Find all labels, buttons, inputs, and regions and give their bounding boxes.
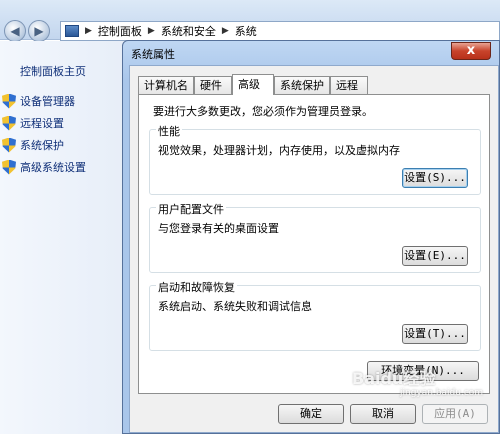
- sidebar-item-label: 设备管理器: [20, 95, 75, 108]
- startup-recovery-settings-button[interactable]: 设置(T)...: [402, 324, 468, 344]
- sidebar-item-label: 远程设置: [20, 117, 64, 130]
- user-profiles-desc: 与您登录有关的桌面设置: [158, 222, 279, 235]
- startup-recovery-group: 启动和故障恢复 系统启动、系统失败和调试信息 设置(T)...: [149, 279, 481, 351]
- forward-arrow-icon[interactable]: ▶: [28, 20, 50, 42]
- user-profiles-settings-button[interactable]: 设置(E)...: [402, 246, 468, 266]
- address-bar[interactable]: ▶ 控制面板 ▶ 系统和安全 ▶ 系统: [60, 21, 500, 41]
- computer-icon: [65, 25, 79, 37]
- tab-computer-name[interactable]: 计算机名: [138, 76, 194, 94]
- close-icon[interactable]: x: [451, 42, 491, 60]
- tab-remote[interactable]: 远程: [330, 76, 368, 94]
- sidebar: 控制面板主页 设备管理器 远程设置 系统保护 高级系统设置: [0, 41, 124, 434]
- environment-variables-button[interactable]: 环境变量(N)...: [367, 361, 479, 381]
- user-profiles-group: 用户配置文件 与您登录有关的桌面设置 设置(E)...: [149, 201, 481, 273]
- sidebar-home-link[interactable]: 控制面板主页: [20, 63, 86, 79]
- breadcrumb-separator: ▶: [85, 26, 92, 36]
- sidebar-item-device-manager[interactable]: 设备管理器: [2, 93, 75, 109]
- admin-note: 要进行大多数更改，您必须作为管理员登录。: [153, 105, 373, 118]
- breadcrumb-control-panel[interactable]: 控制面板: [98, 23, 142, 39]
- cancel-button[interactable]: 取消: [350, 404, 416, 424]
- sidebar-item-remote-settings[interactable]: 远程设置: [2, 115, 64, 131]
- ok-button[interactable]: 确定: [278, 404, 344, 424]
- sidebar-item-label: 系统保护: [20, 139, 64, 152]
- breadcrumb-system-security[interactable]: 系统和安全: [161, 23, 216, 39]
- shield-icon: [2, 137, 16, 153]
- shield-icon: [2, 159, 16, 175]
- startup-recovery-title: 启动和故障恢复: [156, 279, 237, 295]
- performance-settings-button[interactable]: 设置(S)...: [402, 168, 468, 188]
- sidebar-item-label: 高级系统设置: [20, 161, 86, 174]
- sidebar-item-advanced-settings[interactable]: 高级系统设置: [2, 159, 86, 175]
- dialog-client-area: 计算机名 硬件 高级 系统保护 远程 要进行大多数更改，您必须作为管理员登录。 …: [129, 65, 499, 433]
- breadcrumb-separator: ▶: [221, 26, 229, 36]
- shield-icon: [2, 115, 16, 131]
- tab-system-protection[interactable]: 系统保护: [274, 76, 330, 94]
- system-properties-dialog: 系统属性 x 计算机名 硬件 高级 系统保护 远程 要进行大多数更改，您必须作为…: [122, 40, 500, 434]
- shield-icon: [2, 93, 16, 109]
- apply-button: 应用(A): [422, 404, 488, 424]
- sidebar-item-system-protection[interactable]: 系统保护: [2, 137, 64, 153]
- tab-advanced[interactable]: 高级: [232, 74, 274, 95]
- performance-title: 性能: [156, 123, 182, 139]
- tab-page-advanced: 要进行大多数更改，您必须作为管理员登录。 性能 视觉效果，处理器计划，内存使用，…: [138, 94, 490, 394]
- explorer-toolbar: ◀ ▶ ▶ 控制面板 ▶ 系统和安全 ▶ 系统: [0, 0, 500, 42]
- performance-desc: 视觉效果，处理器计划，内存使用，以及虚拟内存: [158, 144, 400, 157]
- startup-recovery-desc: 系统启动、系统失败和调试信息: [158, 300, 312, 313]
- dialog-title: 系统属性: [131, 48, 175, 61]
- back-arrow-icon[interactable]: ◀: [4, 20, 26, 42]
- breadcrumb-separator: ▶: [147, 26, 155, 36]
- tab-hardware[interactable]: 硬件: [194, 76, 232, 94]
- performance-group: 性能 视觉效果，处理器计划，内存使用，以及虚拟内存 设置(S)...: [149, 123, 481, 195]
- user-profiles-title: 用户配置文件: [156, 201, 226, 217]
- breadcrumb-system[interactable]: 系统: [235, 23, 257, 39]
